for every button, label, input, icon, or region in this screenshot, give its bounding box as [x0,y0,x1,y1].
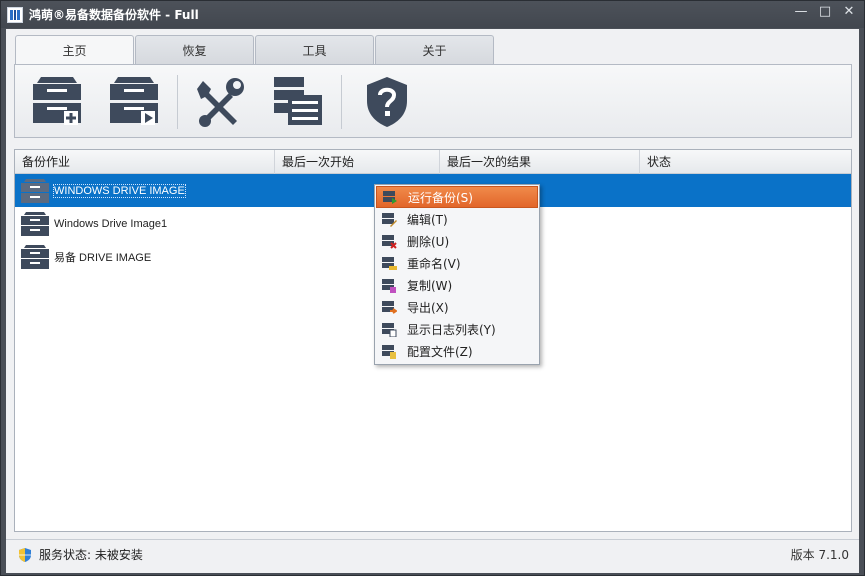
service-shield-icon [19,547,31,562]
menu-item-edit[interactable]: 编辑(T) [376,208,538,230]
minimize-button[interactable]: — [794,5,808,19]
tab-tools[interactable]: 工具 [255,35,374,64]
menu-item-delete[interactable]: 删除(U) [376,230,538,252]
new-backup-button[interactable] [31,75,83,131]
column-header-last-start[interactable]: 最后一次开始 [275,150,440,174]
ribbon-toolbar [14,64,852,138]
drive-image-icon [21,178,49,203]
drive-image-icon [21,244,49,269]
export-icon [382,301,397,314]
tab-about[interactable]: 关于 [375,35,494,64]
menu-item-label: 重命名(V) [407,256,461,271]
list-header: 备份作业 最后一次开始 最后一次的结果 状态 [15,150,851,174]
tools-icon [197,78,244,127]
rename-icon [382,257,397,270]
ribbon-separator [341,75,342,129]
menu-item-label: 删除(U) [407,234,450,249]
menu-item-label: 配置文件(Z) [407,344,473,359]
service-status-text: 服务状态: 未被安装 [39,548,143,562]
title-bar[interactable]: 鸿萌®易备数据备份软件 - Full — □ ✕ [1,1,864,28]
delete-icon [382,235,397,249]
menu-item-show-log-list[interactable]: 显示日志列表(Y) [376,318,538,340]
job-name: 易备 DRIVE IMAGE [54,251,152,264]
copy-icon [382,279,396,293]
column-header-last-result[interactable]: 最后一次的结果 [440,150,640,174]
menu-item-label: 显示日志列表(Y) [407,322,496,337]
new-backup-drive-icon [33,77,81,125]
tools-button[interactable] [195,75,247,131]
job-name: Windows Drive Image1 [54,217,168,230]
app-window: 鸿萌®易备数据备份软件 - Full — □ ✕ 主页 恢复 工具 关于 备份作… [0,0,865,576]
menu-item-label: 编辑(T) [407,212,448,227]
tab-restore[interactable]: 恢复 [135,35,254,64]
menu-item-label: 导出(X) [407,300,449,315]
menu-item-copy[interactable]: 复制(W) [376,274,538,296]
menu-item-rename[interactable]: 重命名(V) [376,252,538,274]
drive-image-icon [21,211,49,236]
menu-item-config-file[interactable]: 配置文件(Z) [376,340,538,362]
version-text: 版本 7.1.0 [790,548,849,562]
log-list-icon [382,323,397,337]
main-client-area: 主页 恢复 工具 关于 备份作业 最后一次开始 最后一次的结果 状态 WINDO… [6,29,859,573]
help-button[interactable] [361,75,413,131]
menu-item-export[interactable]: 导出(X) [376,296,538,318]
list-log-icon [274,77,322,125]
ribbon-separator [177,75,178,129]
tab-strip: 主页 恢复 工具 关于 [15,35,494,65]
close-button[interactable]: ✕ [842,5,856,19]
config-file-icon [382,345,396,359]
run-backup-drive-icon [110,77,158,125]
column-header-status[interactable]: 状态 [640,150,851,174]
menu-item-run-backup[interactable]: 运行备份(S) [376,186,538,208]
log-list-button[interactable] [272,75,324,131]
window-title: 鸿萌®易备数据备份软件 - Full [29,8,199,22]
column-header-job[interactable]: 备份作业 [15,150,275,174]
menu-item-label: 运行备份(S) [408,190,473,205]
run-icon [383,191,397,204]
app-logo-icon [7,6,23,23]
maximize-button[interactable]: □ [818,5,832,19]
run-backup-button[interactable] [108,75,160,131]
status-bar: 服务状态: 未被安装 版本 7.1.0 [6,539,859,569]
menu-item-label: 复制(W) [407,278,453,293]
edit-icon [382,213,397,227]
context-menu: 运行备份(S) 编辑(T) 删除(U) 重命名(V) 复制(W) 导出(X) 显… [374,184,540,365]
tab-home[interactable]: 主页 [15,35,134,65]
help-shield-icon [367,77,407,127]
job-name: WINDOWS DRIVE IMAGE [53,183,186,198]
